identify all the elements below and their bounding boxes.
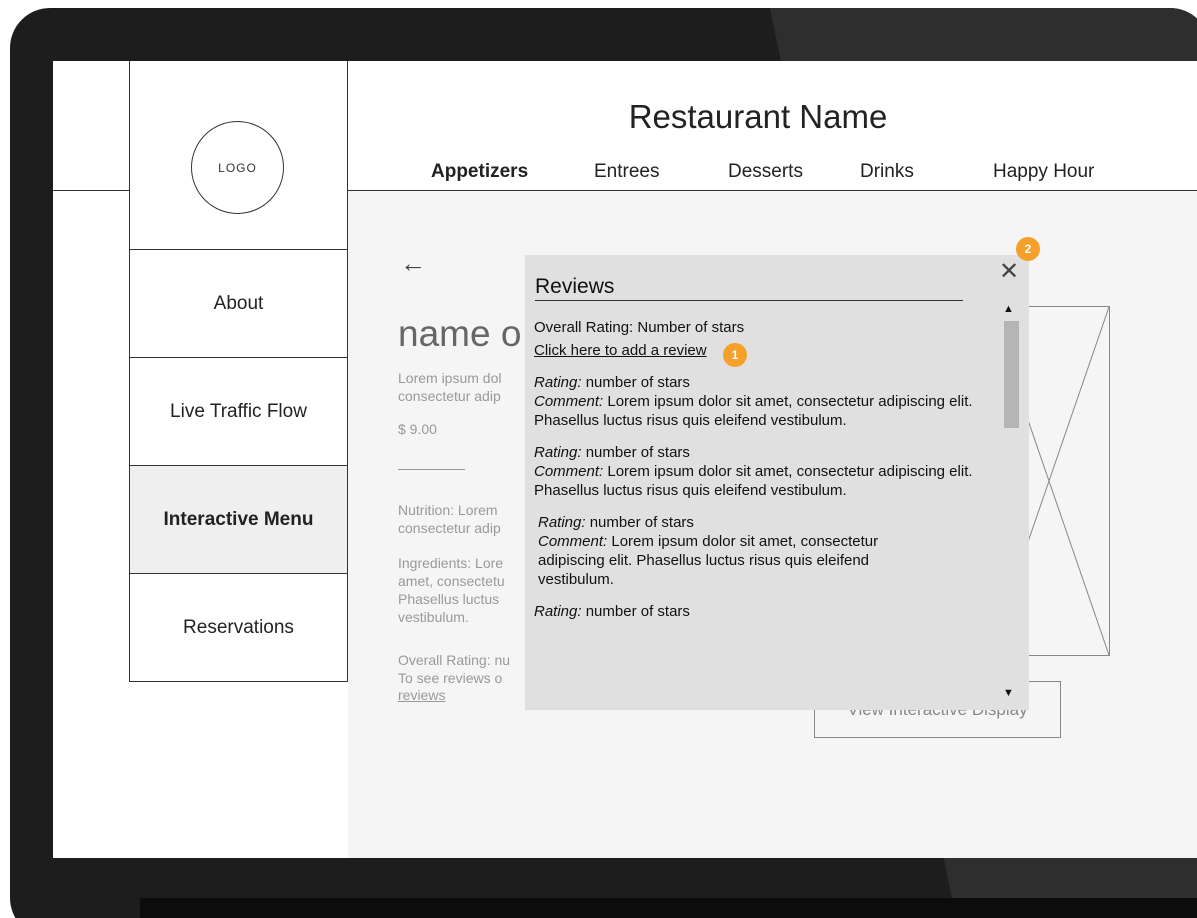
header-divider-left	[53, 190, 130, 191]
sidebar-item-reservations[interactable]: Reservations	[130, 574, 347, 682]
left-arrow-icon[interactable]: ←	[400, 248, 426, 279]
annotation-badge-1: 1	[723, 343, 747, 367]
reviews-link[interactable]: reviews	[398, 687, 445, 703]
sidebar-item-live-traffic-flow[interactable]: Live Traffic Flow	[130, 358, 347, 466]
sidebar-item-interactive-menu[interactable]: Interactive Menu	[130, 466, 347, 574]
comment-label: Comment:	[534, 463, 604, 480]
tab-entrees[interactable]: Entrees	[594, 161, 659, 183]
reviews-list: Overall Rating: Number of stars Click he…	[534, 318, 994, 621]
modal-scrollbar[interactable]: ▲ ▼	[1000, 302, 1022, 707]
left-margin	[53, 61, 130, 858]
comment-label: Comment:	[534, 393, 604, 410]
modal-title: Reviews	[535, 275, 615, 298]
rating-label: Rating:	[534, 603, 582, 620]
tab-appetizers[interactable]: Appetizers	[431, 161, 528, 183]
scroll-up-arrow-icon[interactable]: ▲	[1003, 303, 1014, 315]
review-item: Rating: number of stars Comment: Lorem i…	[534, 513, 994, 589]
tab-drinks[interactable]: Drinks	[860, 161, 914, 183]
review-item: Rating: number of stars Comment: Lorem i…	[534, 373, 994, 430]
modal-title-underline	[535, 300, 963, 301]
review-item: Rating: number of stars	[534, 602, 994, 621]
review-rating: number of stars	[589, 514, 694, 531]
item-description: Lorem ipsum dol consectetur adip	[398, 370, 502, 404]
divider	[398, 469, 465, 470]
logo[interactable]: LOGO	[191, 121, 284, 214]
item-ingredients: Ingredients: Lore amet, consectetu Phase…	[398, 555, 505, 625]
review-item: Rating: number of stars Comment: Lorem i…	[534, 443, 994, 500]
review-rating: number of stars	[585, 444, 690, 461]
restaurant-name: Restaurant Name	[628, 98, 888, 135]
item-price: $ 9.00	[398, 421, 437, 437]
add-review-link[interactable]: Click here to add a review	[534, 341, 707, 360]
header: Restaurant Name Appetizers Entrees Desse…	[348, 61, 1197, 191]
tab-happy-hour[interactable]: Happy Hour	[993, 161, 1094, 183]
review-rating: number of stars	[585, 603, 690, 620]
item-nutrition: Nutrition: Lorem consectetur adip	[398, 502, 501, 536]
scroll-thumb[interactable]	[1004, 321, 1019, 428]
rating-label: Rating:	[534, 374, 582, 391]
laptop-bottom-bezel	[140, 898, 1197, 918]
sidebar: LOGO About Live Traffic Flow Interactive…	[129, 61, 348, 682]
sidebar-item-about[interactable]: About	[130, 250, 347, 358]
rating-label: Rating:	[534, 444, 582, 461]
screen: LOGO About Live Traffic Flow Interactive…	[53, 61, 1197, 858]
item-overall-rating: Overall Rating: nu To see reviews o	[398, 652, 511, 686]
item-name: name o	[398, 313, 522, 354]
rating-label: Rating:	[538, 514, 586, 531]
overall-rating: Overall Rating: Number of stars	[534, 319, 745, 336]
annotation-badge-2: 2	[1016, 237, 1040, 261]
review-rating: number of stars	[585, 374, 690, 391]
logo-cell: LOGO	[130, 61, 347, 250]
comment-label: Comment:	[538, 533, 608, 550]
close-icon[interactable]: ✕	[999, 260, 1019, 284]
tab-desserts[interactable]: Desserts	[728, 161, 803, 183]
scroll-down-arrow-icon[interactable]: ▼	[1003, 687, 1014, 699]
menu-tabs: Appetizers Entrees Desserts Drinks Happy…	[348, 161, 1197, 185]
reviews-modal: Reviews ✕ Overall Rating: Number of star…	[525, 255, 1029, 710]
